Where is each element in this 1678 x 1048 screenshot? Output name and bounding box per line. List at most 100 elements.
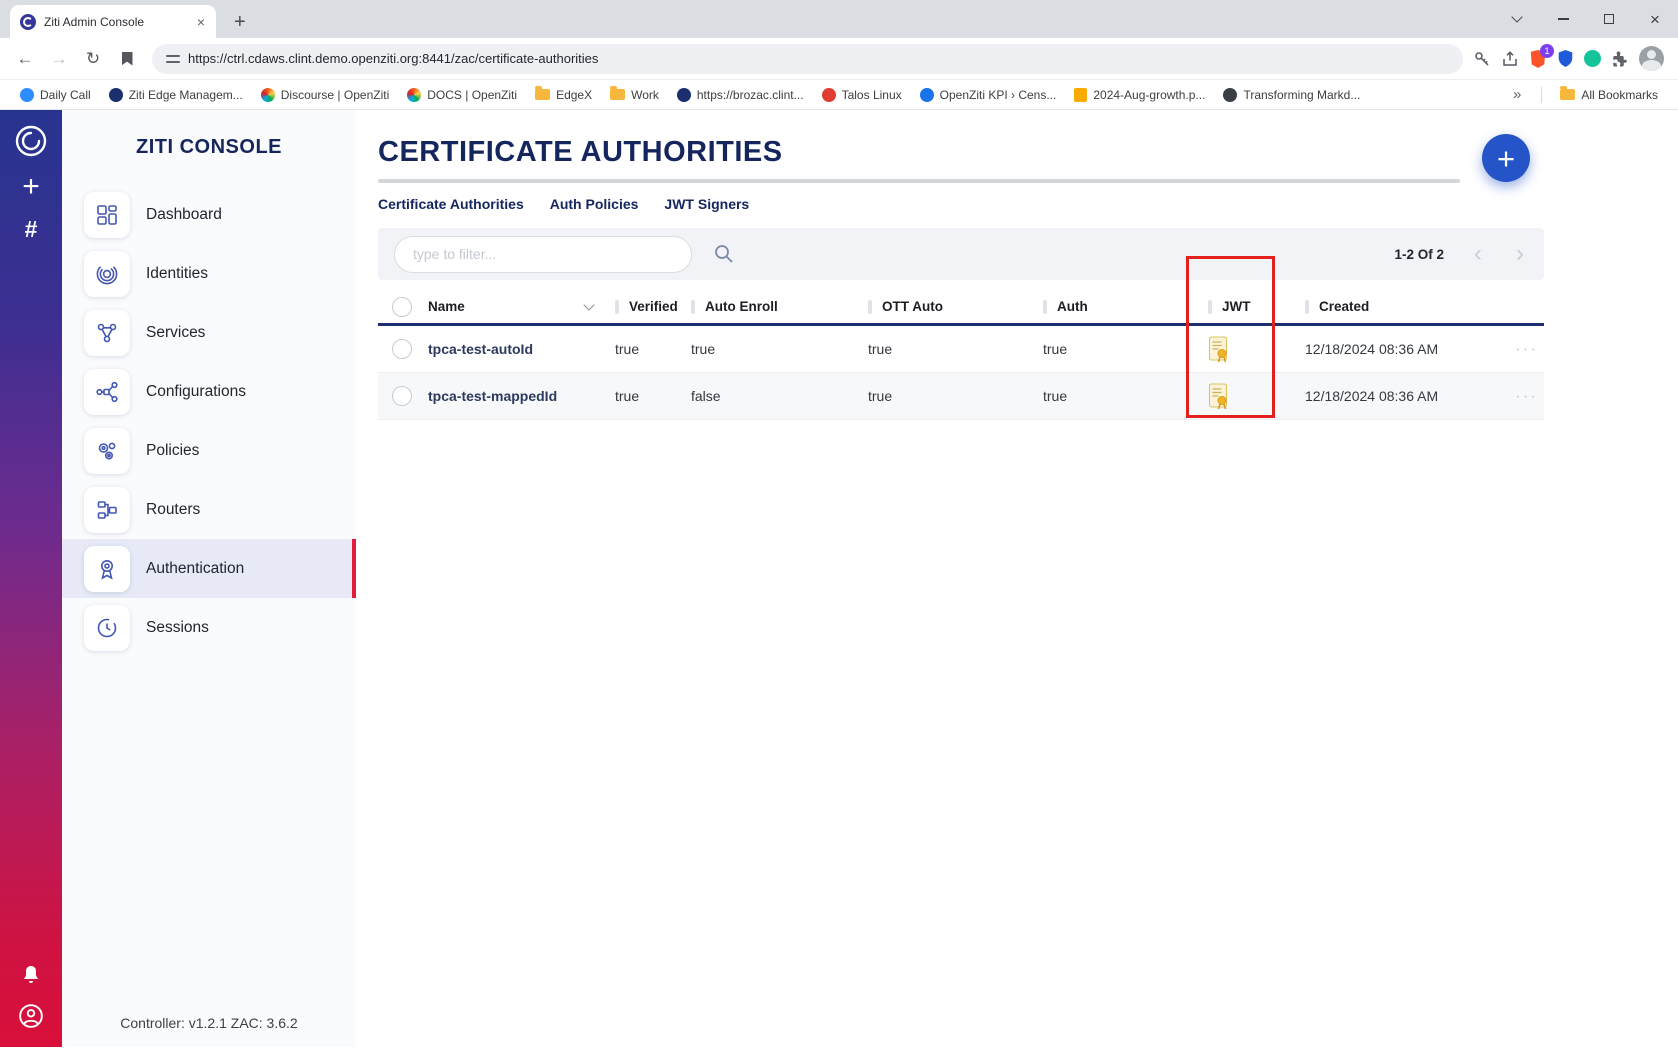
select-all-checkbox[interactable] — [392, 297, 412, 317]
page-next-chevron-icon[interactable]: › — [1512, 242, 1528, 266]
main-content: + CERTIFICATE AUTHORITIES Certificate Au… — [356, 110, 1678, 1047]
dashboard-icon — [84, 192, 130, 238]
bookmark-item[interactable]: Work — [602, 85, 667, 105]
bookmark-item[interactable]: DOCS | OpenZiti — [399, 85, 525, 105]
sidebar-item-label: Sessions — [146, 619, 209, 637]
gradient-rail: + # — [0, 110, 62, 1047]
window-minimize-button[interactable] — [1540, 0, 1586, 38]
bookmark-item[interactable]: Discourse | OpenZiti — [253, 85, 398, 105]
ca-verified: true — [615, 341, 691, 357]
ca-auth: true — [1043, 388, 1208, 404]
account-icon[interactable] — [18, 1003, 44, 1029]
folder-icon — [610, 89, 625, 100]
bookmarks-bar: Daily Call Ziti Edge Managem... Discours… — [0, 80, 1678, 110]
browser-tab[interactable]: Ziti Admin Console × — [10, 5, 216, 38]
password-key-icon[interactable] — [1473, 50, 1491, 68]
row-checkbox[interactable] — [392, 339, 412, 359]
grammarly-extension-icon[interactable] — [1584, 50, 1601, 67]
bookmark-item[interactable]: Transforming Markd... — [1215, 85, 1368, 105]
sidebar-item-label: Policies — [146, 442, 199, 460]
sidebar-item-identities[interactable]: Identities — [62, 244, 356, 303]
column-separator — [1305, 300, 1309, 314]
column-header-auto-enroll[interactable]: Auto Enroll — [691, 299, 868, 314]
sidebar-item-label: Services — [146, 324, 205, 342]
console-title: ZITI CONSOLE — [62, 136, 356, 159]
bookmark-item[interactable]: Daily Call — [12, 85, 99, 105]
title-divider — [378, 179, 1460, 183]
sidebar-item-policies[interactable]: Policies — [62, 421, 356, 480]
notifications-bell-icon[interactable] — [19, 963, 43, 987]
sidebar-item-dashboard[interactable]: Dashboard — [62, 185, 356, 244]
page-previous-chevron-icon[interactable]: ‹ — [1470, 242, 1486, 266]
sidebar-item-label: Authentication — [146, 560, 244, 578]
ca-auto-enroll: false — [691, 388, 868, 404]
site-settings-icon[interactable] — [166, 53, 180, 65]
jwt-certificate-icon[interactable] — [1208, 383, 1305, 410]
sidebar-item-sessions[interactable]: Sessions — [62, 598, 356, 657]
rail-add-icon[interactable]: + — [22, 172, 40, 202]
table-row[interactable]: tpca-test-mappedId true false true true … — [378, 373, 1544, 420]
bookmark-item[interactable]: https://brozac.clint... — [669, 85, 812, 105]
zoom-icon — [20, 88, 34, 102]
sidebar-item-authentication[interactable]: Authentication — [62, 539, 356, 598]
rail-hash-icon[interactable]: # — [25, 218, 38, 241]
filter-input[interactable] — [394, 236, 692, 273]
sort-chevron-icon[interactable] — [583, 299, 594, 310]
column-header-verified[interactable]: Verified — [615, 299, 691, 314]
extensions-puzzle-icon[interactable] — [1611, 50, 1629, 68]
ziti-icon — [109, 88, 123, 102]
profile-avatar[interactable] — [1639, 46, 1664, 71]
add-certificate-authority-button[interactable]: + — [1482, 134, 1530, 182]
ca-name: tpca-test-autoId — [428, 341, 615, 357]
search-icon[interactable] — [712, 242, 736, 266]
tab-auth-policies[interactable]: Auth Policies — [550, 196, 639, 212]
url-text: https://ctrl.cdaws.clint.demo.openziti.o… — [188, 51, 598, 66]
share-icon[interactable] — [1501, 50, 1519, 68]
column-separator — [691, 300, 695, 314]
forward-icon[interactable]: → — [44, 44, 74, 74]
tab-search-chevron-icon[interactable] — [1494, 0, 1540, 38]
ziti-logo-icon[interactable] — [14, 124, 48, 158]
back-icon[interactable]: ← — [10, 44, 40, 74]
ca-verified: true — [615, 388, 691, 404]
brave-shield-icon[interactable]: 1 — [1529, 49, 1547, 69]
bookmark-item[interactable]: EdgeX — [527, 85, 600, 105]
blue-shield-extension-icon[interactable] — [1557, 49, 1574, 68]
sidebar-item-configurations[interactable]: Configurations — [62, 362, 356, 421]
row-menu-icon[interactable]: ··· — [1515, 339, 1544, 359]
tab-jwt-signers[interactable]: JWT Signers — [664, 196, 749, 212]
url-bar[interactable]: https://ctrl.cdaws.clint.demo.openziti.o… — [152, 44, 1463, 74]
talos-icon — [822, 88, 836, 102]
jwt-certificate-icon[interactable] — [1208, 336, 1305, 363]
sidebar-item-services[interactable]: Services — [62, 303, 356, 362]
table-row[interactable]: tpca-test-autoId true true true true 12/… — [378, 326, 1544, 373]
row-menu-icon[interactable]: ··· — [1515, 386, 1544, 406]
bookmark-flag-icon[interactable] — [112, 44, 142, 74]
services-network-icon — [84, 310, 130, 356]
window-close-button[interactable]: × — [1632, 0, 1678, 38]
column-header-name[interactable]: Name — [428, 299, 615, 314]
folder-icon — [535, 89, 550, 100]
sidebar-item-routers[interactable]: Routers — [62, 480, 356, 539]
bookmark-item[interactable]: Ziti Edge Managem... — [101, 85, 251, 105]
column-header-ott-auto[interactable]: OTT Auto — [868, 299, 1043, 314]
sidebar-item-label: Identities — [146, 265, 208, 283]
column-header-jwt[interactable]: JWT — [1208, 299, 1305, 314]
ca-ott-auto: true — [868, 341, 1043, 357]
column-header-auth[interactable]: Auth — [1043, 299, 1208, 314]
column-header-created[interactable]: Created — [1305, 299, 1490, 314]
reload-icon[interactable]: ↻ — [78, 44, 108, 74]
bookmark-item[interactable]: 2024-Aug-growth.p... — [1066, 85, 1213, 105]
authentication-rosette-icon — [84, 546, 130, 592]
new-tab-button[interactable]: + — [226, 11, 254, 34]
all-bookmarks-button[interactable]: All Bookmarks — [1552, 85, 1666, 105]
bookmark-item[interactable]: Talos Linux — [814, 85, 910, 105]
ca-created: 12/18/2024 08:36 AM — [1305, 341, 1490, 357]
bookmark-item[interactable]: OpenZiti KPI › Cens... — [912, 85, 1065, 105]
tab-certificate-authorities[interactable]: Certificate Authorities — [378, 196, 524, 212]
tab-close-icon[interactable]: × — [194, 14, 208, 30]
window-maximize-button[interactable] — [1586, 0, 1632, 38]
bookmarks-overflow-chevron[interactable]: » — [1503, 86, 1531, 103]
row-checkbox[interactable] — [392, 386, 412, 406]
file-icon — [1074, 88, 1087, 102]
